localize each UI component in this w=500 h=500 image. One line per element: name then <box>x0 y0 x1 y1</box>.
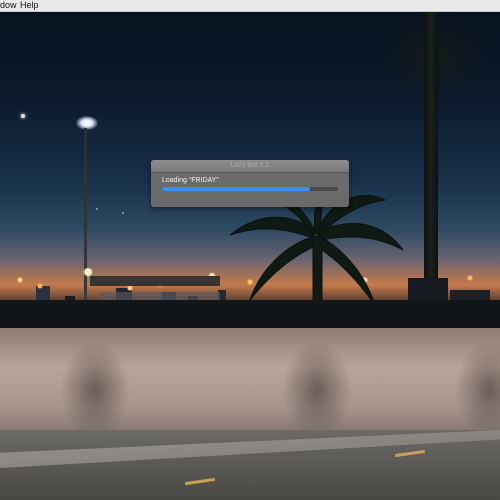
progress-bar <box>162 187 338 191</box>
star <box>96 208 98 210</box>
barrier-blur <box>282 340 352 440</box>
overpass <box>90 276 220 286</box>
menu-help[interactable]: Help <box>20 0 39 11</box>
menu-bar: dow Help <box>0 0 500 12</box>
menu-window[interactable]: dow <box>0 0 17 11</box>
barrier-blur <box>60 340 130 440</box>
loading-message: Loading “FRIDAY” <box>162 177 219 184</box>
dialog-titlebar[interactable]: Lazy Bot 1.1 <box>151 160 349 173</box>
dialog-title: Lazy Bot 1.1 <box>230 162 270 169</box>
moon <box>21 114 25 118</box>
barrier-blur <box>455 340 500 440</box>
streetlamp-light <box>76 116 98 130</box>
progress-bar-fill <box>162 187 310 191</box>
progress-dialog: Lazy Bot 1.1 Loading “FRIDAY” <box>151 160 349 207</box>
star <box>122 212 124 214</box>
desktop-wallpaper <box>0 0 500 500</box>
